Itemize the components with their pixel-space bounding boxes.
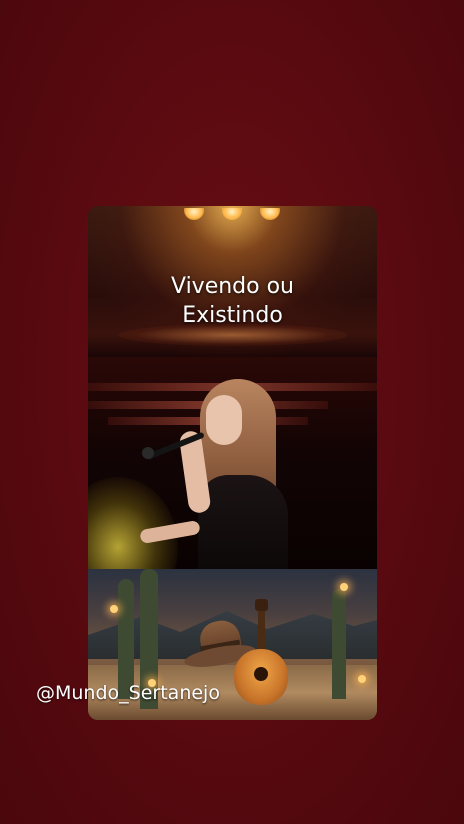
cactus — [332, 589, 346, 699]
microphone-head — [142, 447, 154, 459]
guitar-headstock — [255, 599, 268, 611]
video-screen[interactable]: Vivendo ou Existindo @Mundo_Sertanejo — [0, 0, 464, 824]
guitar-soundhole — [254, 667, 268, 681]
singer-panel — [88, 357, 377, 569]
singer-body — [198, 475, 288, 569]
lamp-light — [110, 605, 118, 613]
video-title: Vivendo ou Existindo — [88, 272, 377, 330]
video-title-line-2: Existindo — [182, 303, 283, 328]
video-title-line-1: Vivendo ou — [171, 274, 294, 299]
stage-lights-panel: Vivendo ou Existindo — [88, 206, 377, 357]
spotlight — [184, 208, 204, 220]
spotlight — [222, 208, 242, 220]
video-frame[interactable]: Vivendo ou Existindo — [88, 206, 377, 720]
account-watermark: @Mundo_Sertanejo — [36, 682, 220, 704]
spotlight — [260, 208, 280, 220]
singer-face — [206, 395, 242, 445]
yellow-light — [88, 477, 178, 569]
lamp-light — [358, 675, 366, 683]
lamp-light — [340, 583, 348, 591]
